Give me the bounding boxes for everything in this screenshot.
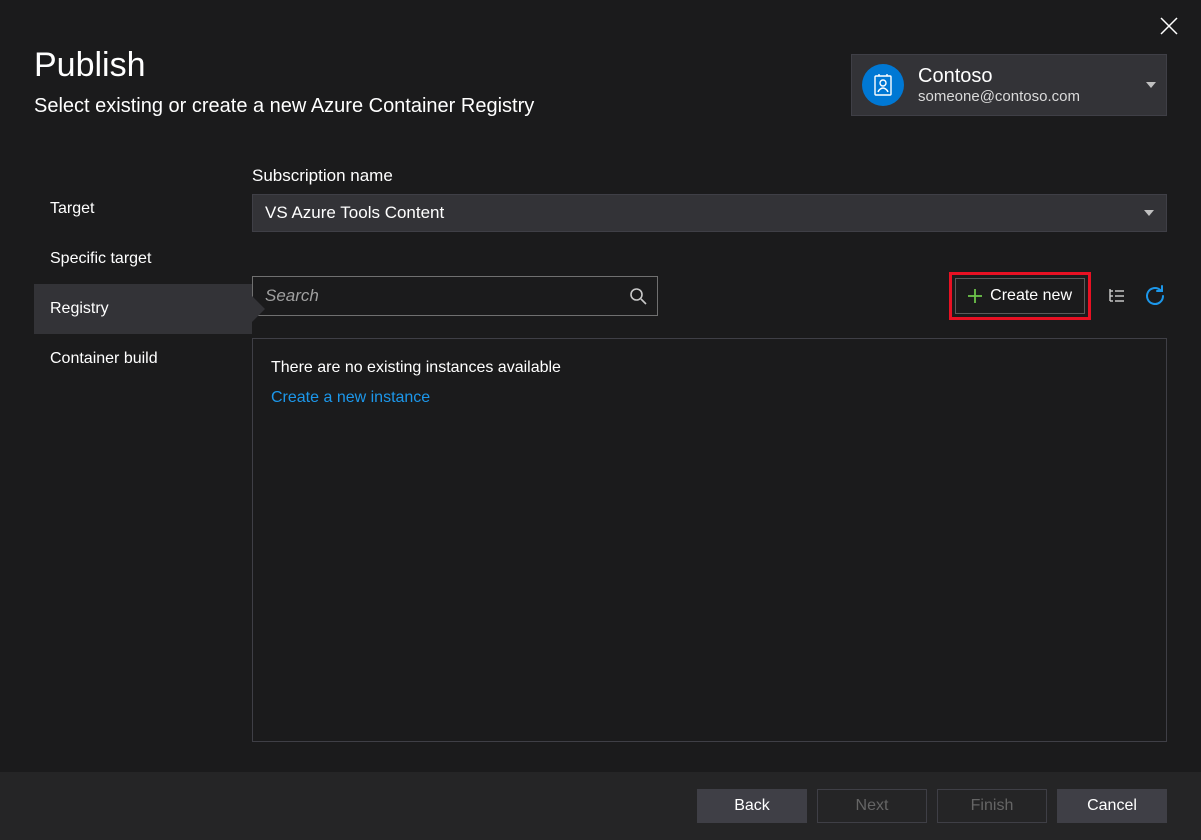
back-button[interactable]: Back [697, 789, 807, 823]
tree-view-button[interactable] [1105, 284, 1129, 308]
finish-button: Finish [937, 789, 1047, 823]
step-specific-target[interactable]: Specific target [34, 234, 252, 284]
chevron-down-icon [1146, 82, 1156, 88]
subscription-value: VS Azure Tools Content [265, 203, 444, 223]
chevron-down-icon [1144, 210, 1154, 216]
step-label: Registry [50, 300, 109, 318]
wizard-steps: Target Specific target Registry Containe… [34, 166, 252, 740]
step-container-build[interactable]: Container build [34, 334, 252, 384]
empty-message: There are no existing instances availabl… [271, 359, 1148, 377]
search-icon [629, 287, 647, 305]
tree-icon [1108, 287, 1126, 305]
create-new-highlight: Create new [949, 272, 1091, 320]
wizard-footer: Back Next Finish Cancel [0, 772, 1201, 840]
refresh-icon [1144, 285, 1166, 307]
create-new-button[interactable]: Create new [955, 278, 1085, 314]
create-new-label: Create new [990, 287, 1072, 305]
step-label: Container build [50, 350, 158, 368]
step-label: Target [50, 200, 94, 218]
step-registry[interactable]: Registry [34, 284, 252, 334]
create-instance-link[interactable]: Create a new instance [271, 389, 430, 407]
results-panel: There are no existing instances availabl… [252, 338, 1167, 742]
account-email: someone@contoso.com [918, 88, 1138, 106]
subscription-dropdown[interactable]: VS Azure Tools Content [252, 194, 1167, 232]
search-input-wrapper [252, 276, 658, 316]
plus-icon [968, 289, 982, 303]
cancel-button[interactable]: Cancel [1057, 789, 1167, 823]
search-input[interactable] [263, 285, 629, 307]
account-selector[interactable]: Contoso someone@contoso.com [851, 54, 1167, 116]
step-label: Specific target [50, 250, 151, 268]
next-button: Next [817, 789, 927, 823]
account-name: Contoso [918, 64, 1138, 88]
account-badge-icon [862, 64, 904, 106]
refresh-button[interactable] [1143, 284, 1167, 308]
close-button[interactable] [1157, 14, 1181, 38]
subscription-label: Subscription name [252, 166, 1167, 186]
step-target[interactable]: Target [34, 184, 252, 234]
close-icon [1160, 17, 1178, 35]
